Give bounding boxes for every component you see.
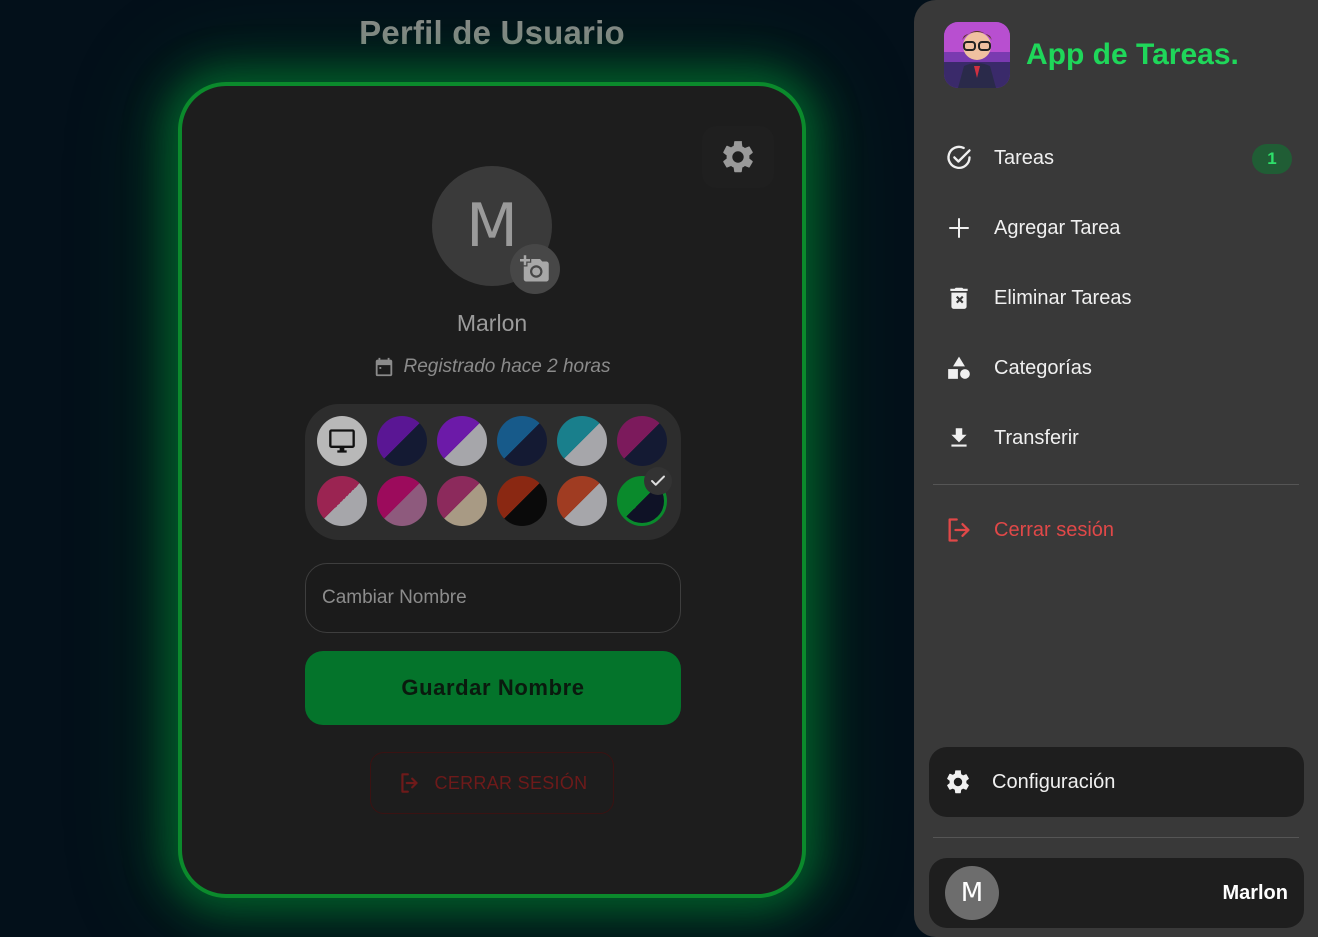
check-circle-icon <box>944 143 974 173</box>
avatar: M <box>945 866 999 920</box>
sidebar-item-label: Tareas <box>994 146 1055 169</box>
logout-icon <box>400 773 418 793</box>
sidebar-item-tareas[interactable]: Tareas 1 <box>944 123 1304 193</box>
gear-icon <box>947 770 969 794</box>
task-count-badge: 1 <box>1252 144 1292 174</box>
theme-palette <box>305 404 681 540</box>
brand[interactable]: App de Tareas. <box>944 22 1239 88</box>
plus-icon <box>944 213 974 243</box>
theme-swatch-magenta-dark[interactable] <box>617 416 667 466</box>
theme-swatch-rose-sand[interactable] <box>437 476 487 526</box>
theme-swatch-system[interactable] <box>317 416 367 466</box>
user-name: Marlon <box>1222 881 1288 904</box>
profile-card: M Marlon Registrado hace 2 horas Guardar… <box>178 82 806 898</box>
theme-swatch-blue-dark[interactable] <box>497 416 547 466</box>
sidebar-logout[interactable]: Cerrar sesión <box>944 495 1114 565</box>
theme-swatch-berry[interactable] <box>377 476 427 526</box>
user-profile-box[interactable]: M Marlon <box>929 858 1304 928</box>
sidebar-divider <box>933 484 1299 485</box>
theme-swatch-copper-light[interactable] <box>557 476 607 526</box>
theme-swatch-rose-light[interactable] <box>317 476 367 526</box>
sidebar-logout-label: Cerrar sesión <box>994 518 1115 541</box>
calendar-icon <box>376 357 393 377</box>
sidebar-item-label: Agregar Tarea <box>994 216 1121 239</box>
sidebar-item-categorias[interactable]: Categorías <box>944 333 1304 403</box>
sidebar-item-transferir[interactable]: Transferir <box>944 403 1304 473</box>
app-title: App de Tareas. <box>1026 38 1239 71</box>
app-logo <box>944 22 1010 88</box>
sidebar-item-label: Eliminar Tareas <box>994 286 1132 309</box>
settings-button[interactable]: Configuración <box>929 747 1304 817</box>
logout-button[interactable]: CERRAR SESIÓN <box>370 752 614 814</box>
registered-text: Registrado hace 2 horas <box>403 356 611 377</box>
avatar-initial: M <box>466 191 518 261</box>
gear-icon <box>723 141 753 173</box>
logout-icon <box>944 515 974 545</box>
profile-name: Marlon <box>456 310 528 336</box>
category-icon <box>944 353 974 383</box>
sidebar-item-label: Categorías <box>994 356 1092 379</box>
theme-swatch-purple-light[interactable] <box>437 416 487 466</box>
save-name-button[interactable]: Guardar Nombre <box>305 651 681 725</box>
profile-settings-button[interactable] <box>702 126 774 188</box>
sidebar-nav: Tareas 1 Agregar Tarea Eliminar Tareas C… <box>944 123 1304 473</box>
monitor-icon <box>329 429 355 453</box>
sidebar-item-label: Transferir <box>994 426 1079 449</box>
logout-label: CERRAR SESIÓN <box>434 772 588 793</box>
selected-check-icon <box>644 467 672 495</box>
change-name-input[interactable] <box>305 563 681 633</box>
theme-swatch-teal-light[interactable] <box>557 416 607 466</box>
trash-icon <box>944 283 974 313</box>
main-area: Perfil de Usuario M Marlon Registrado ha… <box>0 0 914 937</box>
add-photo-icon <box>520 255 549 282</box>
sidebar-divider <box>933 837 1299 838</box>
theme-swatch-rust-black[interactable] <box>497 476 547 526</box>
page-title: Perfil de Usuario <box>359 14 625 51</box>
change-photo-button[interactable] <box>510 244 560 294</box>
sidebar-item-eliminar-tareas[interactable]: Eliminar Tareas <box>944 263 1304 333</box>
sidebar: App de Tareas. Tareas 1 Agregar Tarea El… <box>914 0 1318 937</box>
registered-info: Registrado hace 2 horas <box>182 356 802 378</box>
theme-swatch-purple-dark[interactable] <box>377 416 427 466</box>
theme-swatch-green-dark[interactable] <box>617 467 672 526</box>
download-icon <box>944 423 974 453</box>
sidebar-item-agregar-tarea[interactable]: Agregar Tarea <box>944 193 1304 263</box>
settings-label: Configuración <box>992 770 1116 793</box>
